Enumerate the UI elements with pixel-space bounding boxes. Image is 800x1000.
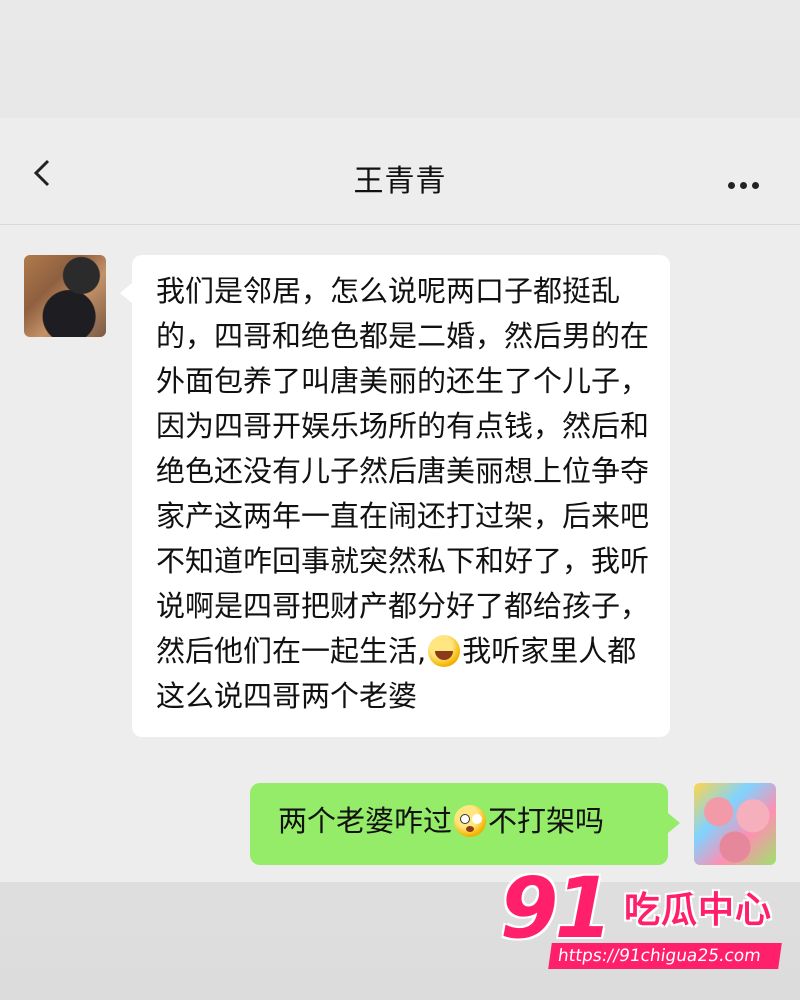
message-bubble-outgoing[interactable]: 两个老婆咋过 不打架吗: [250, 783, 680, 865]
watermark: 91 吃瓜中心 https://91chigua25.com: [500, 859, 790, 975]
watermark-url: https://91chigua25.com: [548, 943, 782, 969]
shocked-emoji-icon: [454, 805, 487, 837]
chat-window: 王青青 我们是邻居，怎么说呢两口子都挺乱的，四哥和绝色都是二婚，然后男的在外面包…: [0, 118, 800, 882]
message-bubble-incoming[interactable]: 我们是邻居，怎么说呢两口子都挺乱的，四哥和绝色都是二婚，然后男的在外面包养了叫唐…: [120, 255, 670, 737]
message-text: 两个老婆咋过: [278, 804, 453, 838]
chat-header: 王青青: [0, 118, 800, 225]
laughing-emoji-icon: [428, 635, 461, 667]
chat-title: 王青青: [353, 164, 447, 199]
more-horizontal-icon[interactable]: [728, 174, 764, 189]
contact-avatar[interactable]: [24, 255, 106, 337]
message-text: 我们是邻居，怎么说呢两口子都挺乱的，四哥和绝色都是二婚，然后男的在外面包养了叫唐…: [156, 274, 650, 668]
self-avatar[interactable]: [694, 783, 776, 865]
message-text: 不打架吗: [488, 804, 605, 838]
watermark-brand: 吃瓜中心: [624, 890, 773, 931]
